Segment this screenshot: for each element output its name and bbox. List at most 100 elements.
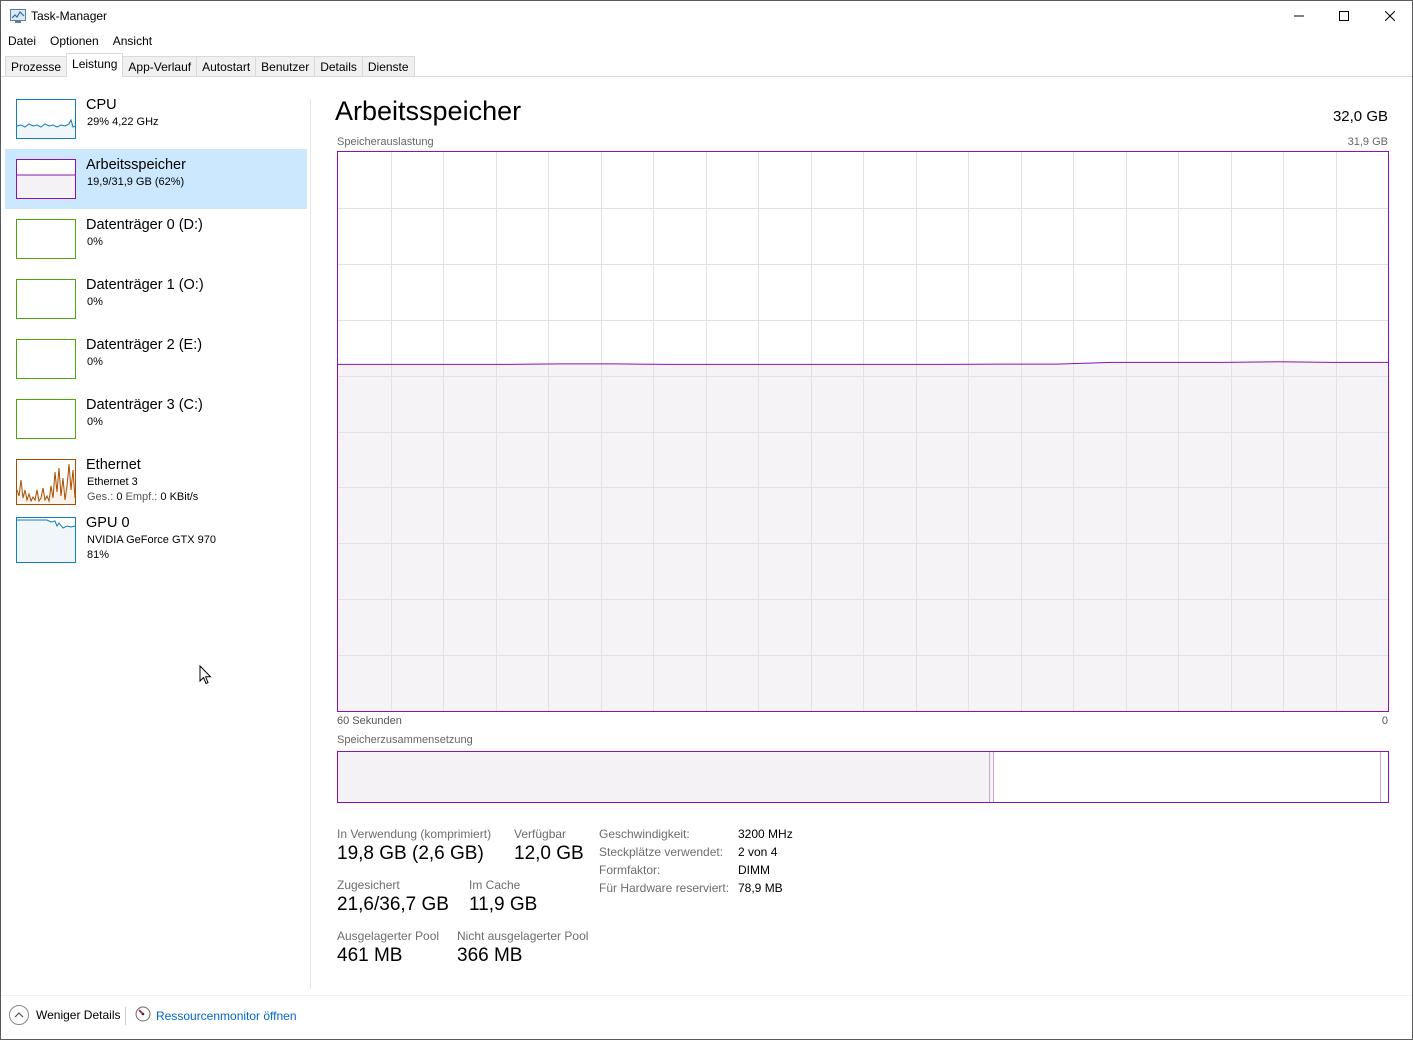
footer: Weniger Details Ressourcenmonitor öffnen [1, 1004, 1412, 1028]
sidebar-item-memory-name: Arbeitsspeicher [86, 157, 186, 173]
sidebar-item-disk-1[interactable]: Datenträger 1 (O:) 0% [5, 269, 307, 329]
tab-app-verlauf[interactable]: App-Verlauf [122, 56, 198, 77]
menu-datei[interactable]: Datei [1, 32, 43, 52]
sidebar-item-disk-3-detail: 0% [87, 416, 103, 428]
sidebar-item-ethernet[interactable]: Ethernet Ethernet 3 Ges.: 0 Empf.: 0 KBi… [5, 449, 307, 509]
chevron-up-icon [9, 1005, 29, 1025]
resource-monitor-label: Ressourcenmonitor öffnen [156, 1008, 297, 1023]
sidebar-item-ethernet-throughput: Ges.: 0 Empf.: 0 KBit/s [87, 491, 198, 503]
memory-composition-bar [337, 751, 1389, 803]
memory-usage-graph-max: 31,9 GB [1347, 136, 1388, 148]
close-button[interactable] [1367, 1, 1413, 31]
tab-benutzer[interactable]: Benutzer [255, 56, 316, 77]
sidebar-item-gpu-model: NVIDIA GeForce GTX 970 [87, 534, 216, 546]
composition-standby-marker [1380, 752, 1381, 802]
tab-divider [1, 76, 1412, 77]
stat-in-use-label: In Verwendung (komprimiert) [337, 827, 492, 841]
stat-paged-pool-value: 461 MB [337, 945, 403, 966]
sidebar-divider [310, 99, 311, 989]
stat-committed-label: Zugesichert [337, 878, 400, 892]
spec-value: 2 von 4 [738, 845, 778, 859]
stat-paged-pool: Ausgelagerter Pool 461 MB [337, 929, 439, 967]
spec-key: Geschwindigkeit: [599, 827, 690, 841]
sidebar-item-cpu[interactable]: CPU 29% 4,22 GHz [5, 89, 307, 149]
stat-cached-label: Im Cache [469, 878, 521, 892]
sidebar-item-disk-2-name: Datenträger 2 (E:) [86, 337, 203, 353]
gpu-thumbnail-graph [16, 517, 76, 563]
sidebar-item-disk-3[interactable]: Datenträger 3 (C:) 0% [5, 389, 307, 449]
sidebar-item-disk-1-detail: 0% [87, 296, 103, 308]
ethernet-thumbnail-graph [16, 459, 76, 505]
footer-separator [125, 1007, 126, 1025]
sidebar-item-cpu-name: CPU [86, 97, 117, 113]
performance-sidebar: CPU 29% 4,22 GHz Arbeitsspeicher 19,9/31… [5, 89, 307, 585]
resource-monitor-link[interactable]: Ressourcenmonitor öffnen [135, 1006, 297, 1025]
menu-ansicht[interactable]: Ansicht [106, 32, 159, 52]
page-title: Arbeitsspeicher [335, 96, 522, 126]
fewer-details-button[interactable]: Weniger Details [9, 1005, 120, 1025]
graph-axis-time-end: 0 [1381, 715, 1388, 727]
window-title: Task-Manager [31, 9, 108, 23]
minimize-icon [1294, 15, 1304, 17]
memory-usage-graph [337, 151, 1389, 712]
stat-nonpaged-pool: Nicht ausgelagerter Pool 366 MB [457, 929, 588, 967]
task-manager-app-icon [10, 9, 26, 23]
stat-nonpaged-pool-label: Nicht ausgelagerter Pool [457, 929, 589, 943]
sidebar-item-arbeitsspeicher[interactable]: Arbeitsspeicher 19,9/31,9 GB (62%) [5, 149, 307, 209]
disk-0-thumbnail-graph [16, 219, 76, 259]
disk-2-thumbnail-graph [16, 339, 76, 379]
stat-available-value: 12,0 GB [514, 843, 584, 864]
spec-value: 3200 MHz [738, 827, 793, 841]
cpu-thumbnail-graph [16, 99, 76, 139]
maximize-icon [1339, 11, 1349, 21]
composition-in-use-segment [338, 752, 990, 802]
memory-usage-graph-canvas [338, 152, 1388, 711]
ethernet-recv-label: Empf.: [125, 491, 158, 503]
tab-dienste[interactable]: Dienste [361, 56, 415, 77]
spec-value: 78,9 MB [738, 881, 783, 895]
stat-cached-value: 11,9 GB [469, 894, 538, 915]
maximize-button[interactable] [1321, 1, 1367, 31]
graph-axis-time-start: 60 Sekunden [337, 715, 402, 727]
sidebar-item-ethernet-name: Ethernet [86, 457, 141, 473]
spec-key: Für Hardware reserviert: [599, 881, 730, 895]
stat-paged-pool-label: Ausgelagerter Pool [337, 929, 440, 943]
spec-key: Formfaktor: [599, 863, 661, 877]
task-manager-window: Task-Manager Datei Optionen Ansicht Proz… [0, 0, 1413, 1040]
sidebar-item-disk-1-name: Datenträger 1 (O:) [86, 277, 204, 293]
stat-committed-value: 21,6/36,7 GB [337, 894, 449, 915]
sidebar-item-gpu-usage: 81% [87, 549, 110, 561]
stat-cached: Im Cache 11,9 GB [469, 878, 537, 916]
close-icon [1385, 11, 1395, 21]
stat-committed: Zugesichert 21,6/36,7 GB [337, 878, 449, 916]
stat-nonpaged-pool-value: 366 MB [457, 945, 523, 966]
stat-in-use-value: 19,8 GB (2,6 GB) [337, 843, 484, 864]
spec-key: Steckplätze verwendet: [599, 845, 724, 859]
tab-leistung[interactable]: Leistung [66, 53, 124, 77]
resource-monitor-icon [135, 1006, 151, 1025]
ethernet-send-label: Ges.: [87, 491, 114, 503]
minimize-button[interactable] [1276, 1, 1322, 31]
tab-prozesse[interactable]: Prozesse [5, 56, 68, 77]
stat-available-label: Verfügbar [514, 827, 567, 841]
memory-usage-graph-label: Speicherauslastung [337, 136, 434, 148]
sidebar-item-gpu-0[interactable]: GPU 0 NVIDIA GeForce GTX 970 81% [5, 515, 307, 585]
sidebar-item-disk-0[interactable]: Datenträger 0 (D:) 0% [5, 209, 307, 269]
tab-strip: Prozesse Leistung App-Verlauf Autostart … [5, 53, 415, 77]
sidebar-item-disk-2[interactable]: Datenträger 2 (E:) 0% [5, 329, 307, 389]
stat-available: Verfügbar 12,0 GB [514, 827, 584, 865]
sidebar-item-ethernet-adapter: Ethernet 3 [87, 476, 138, 488]
disk-3-thumbnail-graph [16, 399, 76, 439]
stat-in-use: In Verwendung (komprimiert) 19,8 GB (2,6… [337, 827, 491, 865]
fewer-details-label: Weniger Details [36, 1008, 121, 1022]
menu-bar: Datei Optionen Ansicht [1, 32, 1412, 52]
memory-composition-label: Speicherzusammensetzung [337, 734, 473, 746]
tab-autostart[interactable]: Autostart [196, 56, 257, 77]
tab-details[interactable]: Details [314, 56, 363, 77]
menu-optionen[interactable]: Optionen [43, 32, 106, 52]
composition-modified-segment [990, 752, 994, 802]
sidebar-item-disk-0-detail: 0% [87, 236, 103, 248]
sidebar-item-memory-detail: 19,9/31,9 GB (62%) [87, 176, 185, 188]
sidebar-item-disk-2-detail: 0% [87, 356, 103, 368]
mouse-cursor-icon [199, 664, 212, 688]
